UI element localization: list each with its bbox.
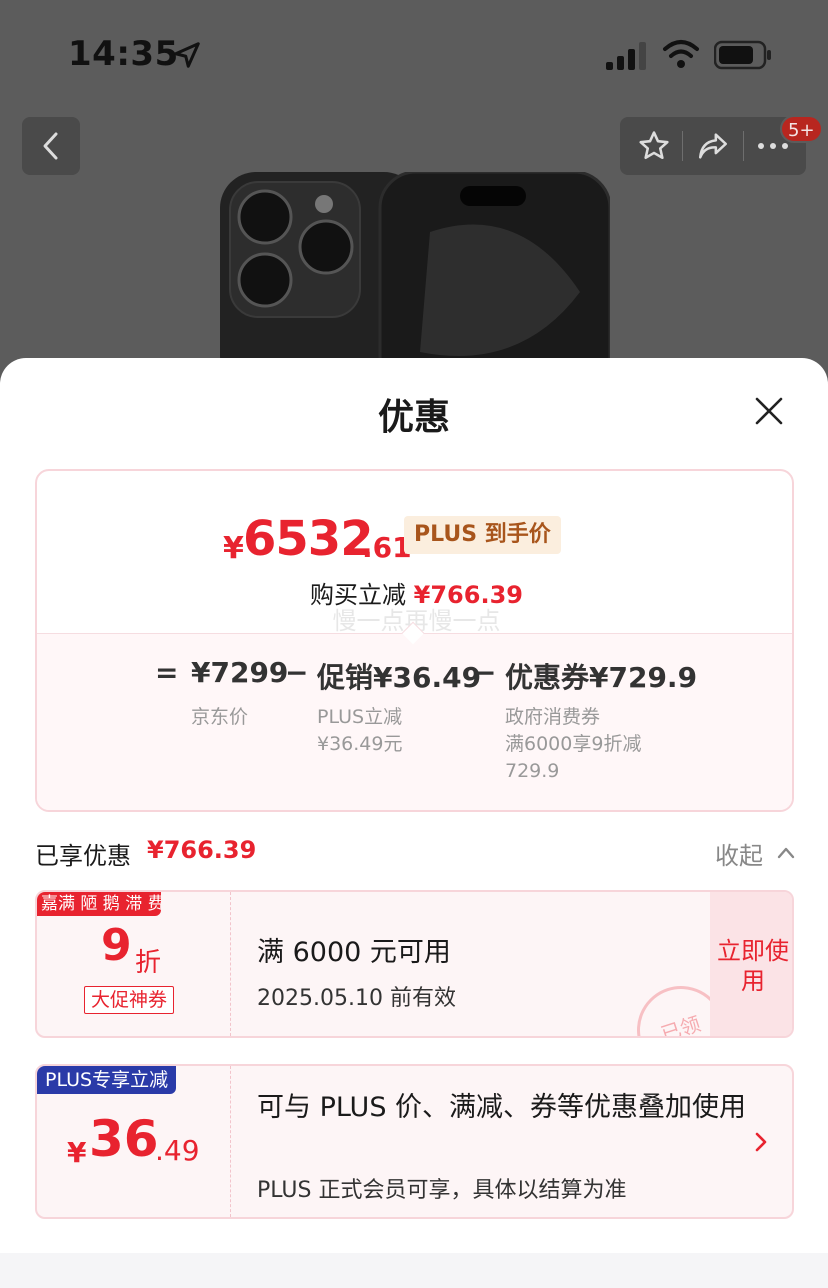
share-button[interactable] <box>682 117 744 175</box>
coupon-condition: 满 6000 元可用 <box>257 937 451 968</box>
plus-amount-integer: 36 <box>89 1110 159 1168</box>
equals-sign: = <box>155 656 179 689</box>
status-time: 14:35 <box>68 34 179 74</box>
message-count-badge: 5+ <box>780 115 823 143</box>
enjoyed-discount-row: 已享优惠 ¥766.39 收起 <box>35 832 795 872</box>
sheet-title: 优惠 <box>377 397 450 438</box>
breakdown-jd-note: 京东价 <box>191 706 249 728</box>
plus-coupon-description: 可与 PLUS 价、满减、券等优惠叠加使用 <box>257 1092 747 1123</box>
final-price: ¥ 6532 .61 PLUS 到手价 <box>37 511 792 571</box>
minus-sign: − <box>285 656 309 689</box>
breakdown-coupon-note: 政府消费券 满6000享9折减 729.9 <box>505 706 642 782</box>
coupon-validity: 2025.05.10 前有效 <box>257 986 456 1011</box>
back-button[interactable] <box>22 117 80 175</box>
chevron-right-icon[interactable] <box>749 1130 773 1154</box>
share-icon <box>698 133 728 159</box>
breakdown-jd-price: ¥7299 <box>191 656 289 689</box>
plus-amount-decimal: .49 <box>155 1134 200 1167</box>
minus-sign: − <box>473 656 497 689</box>
final-price-card: ¥ 6532 .61 PLUS 到手价 购买立减 ¥766.39 慢一点再慢一点… <box>35 469 794 812</box>
chevron-left-icon <box>43 132 58 160</box>
plus-coupon-note: PLUS 正式会员可享，具体以结算为准 <box>257 1178 627 1203</box>
plus-currency: ¥ <box>67 1136 87 1169</box>
product-page-background: 14:35 5+ <box>0 0 828 400</box>
coupon-type-tag: 大促神券 <box>84 986 175 1014</box>
header-actions <box>620 117 806 175</box>
star-icon <box>639 131 669 160</box>
discount-sheet: 优惠 ¥ 6532 .61 PLUS 到手价 购买立减 ¥766.39 慢一点再… <box>0 358 828 1288</box>
coupon-card-discount[interactable]: 嘉满 陋 鹅 滞 费 9 折 大促神券 满 6000 元可用 2025.05.1… <box>35 890 794 1038</box>
favorite-button[interactable] <box>623 117 685 175</box>
discount-unit: 折 <box>135 948 162 978</box>
chevron-up-icon[interactable] <box>775 842 797 864</box>
price-integer: 6532 <box>243 511 374 567</box>
price-breakdown: = ¥7299 − 促销¥36.49 − 优惠券¥729.9 京东价 PLUS立… <box>37 621 792 810</box>
more-dots-icon <box>758 143 788 149</box>
location-arrow-icon <box>174 42 200 68</box>
coupon-value-area: PLUS专享立减 ¥ 36 .49 <box>37 1066 231 1217</box>
wifi-icon <box>663 40 699 68</box>
battery-icon <box>714 40 771 70</box>
status-bar: 14:35 <box>0 0 828 100</box>
plus-price-tag: PLUS 到手价 <box>404 516 561 554</box>
collapse-button[interactable]: 收起 <box>715 836 763 871</box>
price-currency: ¥ <box>223 531 244 566</box>
enjoyed-amount: ¥766.39 <box>147 836 257 864</box>
discount-value: 9 <box>101 920 132 971</box>
enjoyed-label: 已享优惠 <box>35 842 131 870</box>
product-image <box>220 172 610 372</box>
cellular-signal-icon <box>606 42 646 70</box>
close-icon <box>755 397 783 425</box>
breakdown-promo-note: PLUS立减 ¥36.49元 <box>317 706 403 755</box>
close-button[interactable] <box>748 390 790 432</box>
coupon-value-area: 嘉满 陋 鹅 滞 费 9 折 大促神券 <box>37 892 231 1036</box>
breakdown-promo: 促销¥36.49 <box>317 661 482 694</box>
use-now-button[interactable]: 立即使用 <box>710 892 792 1036</box>
plus-ribbon: PLUS专享立减 <box>37 1066 177 1094</box>
coupon-card-plus[interactable]: PLUS专享立减 ¥ 36 .49 可与 PLUS 价、满减、券等优惠叠加使用 … <box>35 1064 794 1219</box>
coupon-ribbon: 嘉满 陋 鹅 滞 费 <box>37 892 161 916</box>
bottom-strip <box>0 1253 828 1288</box>
breakdown-coupon: 优惠券¥729.9 <box>505 661 698 694</box>
